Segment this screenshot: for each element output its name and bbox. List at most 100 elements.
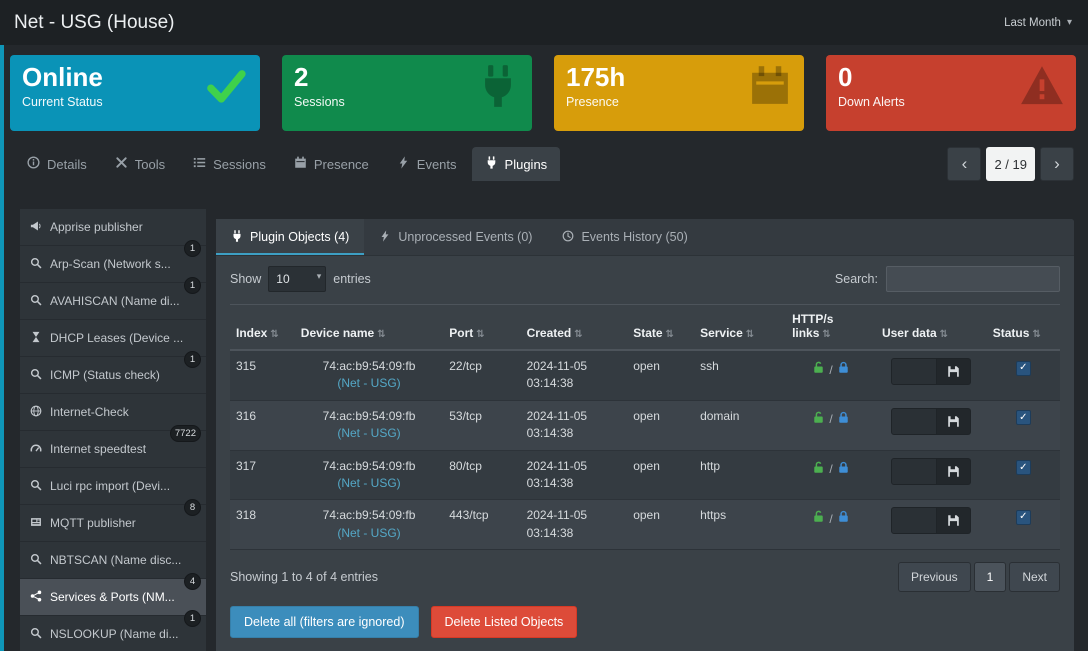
http-lock-open-icon[interactable]: [812, 411, 825, 429]
sidebar-item-label: Arp-Scan (Network s...: [50, 257, 171, 271]
sidebar-item-services-ports[interactable]: Services & Ports (NM...4: [20, 579, 206, 616]
calendar-icon: [748, 64, 792, 108]
subtab-plugin-objects[interactable]: Plugin Objects (4): [216, 219, 364, 255]
sidebar-item-nslookup[interactable]: NSLOOKUP (Name di...1: [20, 616, 206, 651]
pager-next-button[interactable]: ›: [1040, 147, 1074, 181]
http-lock-open-icon[interactable]: [812, 461, 825, 479]
sidebar-item-label: NBTSCAN (Name disc...: [50, 553, 181, 567]
tab-plugins[interactable]: Plugins: [472, 147, 561, 181]
panel-subtabs: Plugin Objects (4) Unprocessed Events (0…: [216, 219, 1074, 256]
page-size-select[interactable]: 10: [268, 266, 326, 292]
tab-events[interactable]: Events: [384, 147, 470, 181]
col-header-device-name[interactable]: Device name⇅: [295, 305, 443, 351]
pagination-page-1-button[interactable]: 1: [974, 562, 1007, 592]
cell-http-links: /: [786, 350, 876, 400]
status-checkbox[interactable]: ✓: [1016, 410, 1031, 425]
cell-user-data: [876, 400, 987, 450]
col-header-http-links[interactable]: HTTP/s links⇅: [786, 305, 876, 351]
http-lock-open-icon[interactable]: [812, 361, 825, 379]
tab-details[interactable]: Details: [14, 147, 100, 181]
delete-listed-button[interactable]: Delete Listed Objects: [431, 606, 578, 638]
device-link[interactable]: (Net - USG): [301, 525, 437, 542]
delete-all-button[interactable]: Delete all (filters are ignored): [230, 606, 419, 638]
http-lock-open-icon[interactable]: [812, 510, 825, 528]
sidebar-item-internet-speedtest[interactable]: Internet speedtest7722: [20, 431, 206, 468]
device-pager: ‹ 2 / 19 ›: [947, 147, 1074, 181]
tab-label: Details: [47, 157, 87, 172]
tab-presence[interactable]: Presence: [281, 147, 382, 181]
search-icon: [30, 479, 42, 494]
status-checkbox[interactable]: ✓: [1016, 361, 1031, 376]
pagination-previous-button[interactable]: Previous: [898, 562, 971, 592]
subtab-events-history[interactable]: Events History (50): [547, 219, 702, 255]
subtab-unprocessed-events[interactable]: Unprocessed Events (0): [364, 219, 547, 255]
user-data-input[interactable]: [891, 507, 937, 534]
badge: 1: [184, 277, 201, 294]
sidebar-item-avahiscan[interactable]: AVAHISCAN (Name di...1: [20, 283, 206, 320]
pagination-next-button[interactable]: Next: [1009, 562, 1060, 592]
device-link[interactable]: (Net - USG): [301, 375, 437, 392]
save-user-data-button[interactable]: [937, 408, 971, 435]
share-nodes-icon: [30, 590, 42, 605]
tab-label: Sessions: [213, 157, 266, 172]
table-footer: Showing 1 to 4 of 4 entries Previous 1 N…: [216, 550, 1074, 592]
tab-tools[interactable]: Tools: [102, 147, 178, 181]
tab-sessions[interactable]: Sessions: [180, 147, 279, 181]
table-summary: Showing 1 to 4 of 4 entries: [230, 570, 378, 584]
col-header-user-data[interactable]: User data⇅: [876, 305, 987, 351]
col-header-index[interactable]: Index⇅: [230, 305, 295, 351]
https-lock-closed-icon[interactable]: [837, 461, 850, 479]
user-data-input[interactable]: [891, 358, 937, 385]
left-accent-strip: [0, 45, 4, 651]
sidebar-item-icmp[interactable]: ICMP (Status check)1: [20, 357, 206, 394]
sidebar-item-mqtt-publisher[interactable]: MQTT publisher8: [20, 505, 206, 542]
check-icon: [204, 64, 248, 108]
plugin-objects-table: Index⇅ Device name⇅ Port⇅ Created⇅ State…: [230, 304, 1060, 550]
hourglass-icon: [30, 331, 42, 346]
sidebar-item-label: AVAHISCAN (Name di...: [50, 294, 180, 308]
device-link[interactable]: (Net - USG): [301, 475, 437, 492]
status-checkbox[interactable]: ✓: [1016, 460, 1031, 475]
cell-state: open: [627, 350, 694, 400]
plugin-panel: Plugin Objects (4) Unprocessed Events (0…: [216, 219, 1074, 651]
cell-http-links: /: [786, 450, 876, 500]
pager-prev-button[interactable]: ‹: [947, 147, 981, 181]
cell-service: https: [694, 500, 786, 550]
sidebar-item-arp-scan[interactable]: Arp-Scan (Network s...1: [20, 246, 206, 283]
sidebar-item-label: MQTT publisher: [50, 516, 136, 530]
sidebar-item-nbtscan[interactable]: NBTSCAN (Name disc...: [20, 542, 206, 579]
col-header-status[interactable]: Status⇅: [987, 305, 1060, 351]
device-link[interactable]: (Net - USG): [301, 425, 437, 442]
newspaper-icon: [30, 516, 42, 531]
sidebar-item-apprise-publisher[interactable]: Apprise publisher: [20, 209, 206, 246]
cell-device: 74:ac:b9:54:09:fb(Net - USG): [295, 450, 443, 500]
search-input[interactable]: [886, 266, 1060, 292]
user-data-input[interactable]: [891, 408, 937, 435]
user-data-input[interactable]: [891, 458, 937, 485]
tools-icon: [115, 156, 128, 172]
save-user-data-button[interactable]: [937, 507, 971, 534]
entries-label: entries: [333, 272, 371, 286]
save-user-data-button[interactable]: [937, 358, 971, 385]
search-icon: [30, 368, 42, 383]
https-lock-closed-icon[interactable]: [837, 361, 850, 379]
table-row: 317 74:ac:b9:54:09:fb(Net - USG) 80/tcp …: [230, 450, 1060, 500]
col-header-service[interactable]: Service⇅: [694, 305, 786, 351]
badge: 8: [184, 499, 201, 516]
save-user-data-button[interactable]: [937, 458, 971, 485]
period-selector[interactable]: Last Month ▾: [1004, 17, 1072, 29]
table-header-row: Index⇅ Device name⇅ Port⇅ Created⇅ State…: [230, 305, 1060, 351]
sidebar-item-dhcp-leases[interactable]: DHCP Leases (Device ...: [20, 320, 206, 357]
tab-label: Tools: [135, 157, 165, 172]
col-header-port[interactable]: Port⇅: [443, 305, 520, 351]
status-checkbox[interactable]: ✓: [1016, 510, 1031, 525]
card-presence: 175h Presence: [554, 55, 804, 131]
cell-service: http: [694, 450, 786, 500]
sidebar-item-label: Internet speedtest: [50, 442, 146, 456]
col-header-created[interactable]: Created⇅: [521, 305, 628, 351]
sidebar-item-luci-rpc-import[interactable]: Luci rpc import (Devi...: [20, 468, 206, 505]
https-lock-closed-icon[interactable]: [837, 411, 850, 429]
plugin-sidebar: Apprise publisher Arp-Scan (Network s...…: [20, 209, 206, 651]
col-header-state[interactable]: State⇅: [627, 305, 694, 351]
https-lock-closed-icon[interactable]: [837, 510, 850, 528]
